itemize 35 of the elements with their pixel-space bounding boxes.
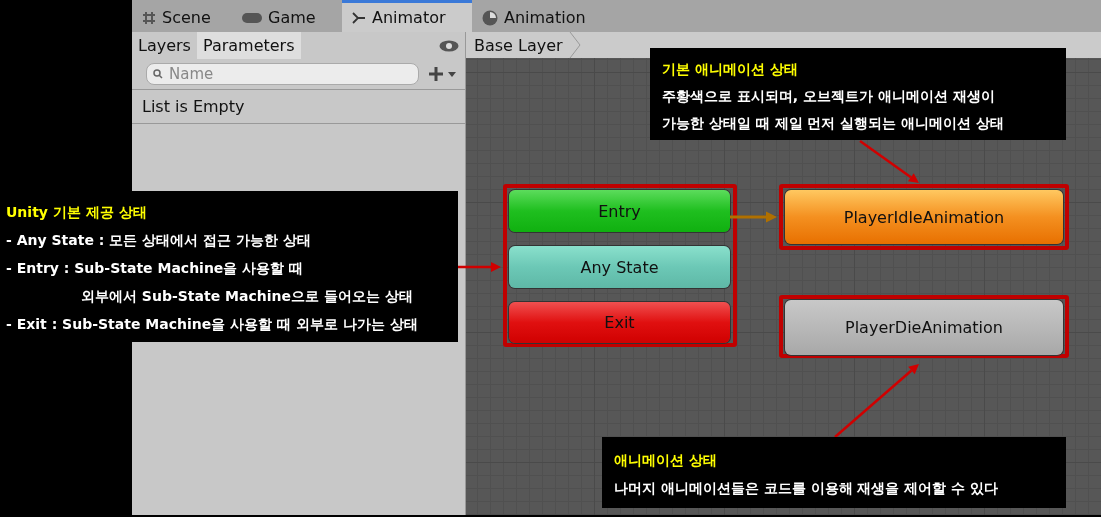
clock-icon [482, 9, 498, 26]
breadcrumb[interactable]: Base Layer [474, 35, 563, 55]
annotation-title: 애니메이션 상태 [614, 451, 718, 469]
pointer-arrow [458, 262, 501, 272]
annotation-text: 가능한 상태일 때 제일 먼저 실행되는 애니메이션 상태 [662, 114, 1006, 132]
eye-icon[interactable] [439, 39, 459, 52]
state-node[interactable]: Exit [509, 302, 730, 343]
annotation-text: - Entry : Sub-State Machine을 사용할 때 [6, 259, 305, 277]
annotation-text: - Exit : Sub-State Machine을 사용할 때 외부로 나가는 상태 [6, 315, 419, 333]
window-tab[interactable]: Animator [342, 0, 472, 32]
annotation-text: 외부에서 Sub-State Machine으로 들어오는 상태 [80, 287, 414, 305]
state-node[interactable]: PlayerIdleAnimation [785, 190, 1063, 244]
state-node[interactable]: PlayerDieAnimation [785, 300, 1063, 355]
state-node[interactable]: Entry [509, 190, 730, 232]
annotation-title: Unity 기본 제공 상태 [6, 203, 148, 221]
state-node[interactable]: Any State [509, 246, 730, 288]
panel-tab[interactable]: Layers [132, 32, 197, 59]
window-tab[interactable]: Scene [132, 0, 232, 32]
annotation-title: 기본 애니메이션 상태 [662, 60, 799, 78]
search-input[interactable]: Name [169, 65, 412, 83]
empty-list-message: List is Empty [132, 90, 465, 124]
gamepad-icon [242, 11, 262, 24]
annotation-text: 나머지 애니메이션들은 코드를 이용해 재생을 제어할 수 있다 [614, 479, 1000, 497]
annotation-text: 주황색으로 표시되며, 오브젝트가 애니메이션 재생이 [662, 87, 996, 105]
search-field[interactable]: Name [146, 63, 419, 85]
window-tab[interactable]: Game [232, 0, 342, 32]
transition-arrow [730, 211, 777, 223]
add-icon[interactable] [429, 67, 457, 81]
panel-tab[interactable]: Parameters [196, 32, 301, 59]
search-icon [153, 69, 165, 79]
branch-icon [352, 10, 366, 25]
window-tab[interactable]: Animation [472, 0, 602, 32]
grid-icon [142, 10, 156, 25]
annotation-text: - Any State : 모든 상태에서 접근 가능한 상태 [6, 231, 312, 249]
pointer-arrow [859, 140, 919, 183]
